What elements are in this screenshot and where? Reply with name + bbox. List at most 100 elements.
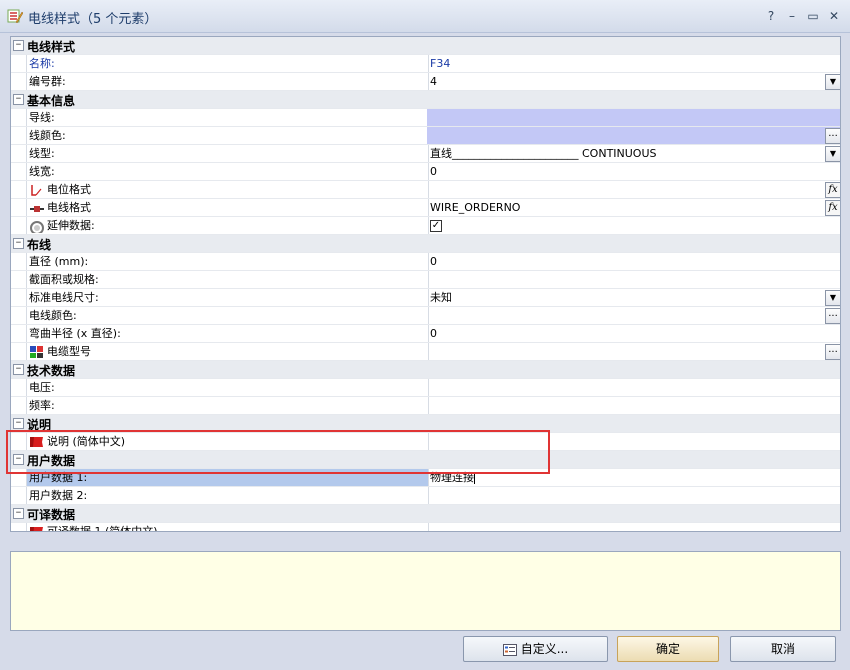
property-row[interactable]: 可译数据 1 (简体中文) [11, 523, 840, 531]
collapse-toggle-icon[interactable]: − [13, 40, 24, 51]
category-label: 用户数据 [27, 454, 76, 468]
property-row[interactable]: 导线: [11, 109, 840, 127]
property-row[interactable]: 编号群: 4 ▼ [11, 73, 840, 91]
category-row[interactable]: − 技术数据 [11, 361, 840, 379]
property-name-cell[interactable]: 弯曲半径 (x 直径): [26, 325, 429, 342]
maximize-button[interactable]: ▭ [803, 7, 823, 25]
collapse-toggle-icon[interactable]: − [13, 94, 24, 105]
category-row[interactable]: − 说明 [11, 415, 840, 433]
property-value: F34 [430, 57, 451, 70]
property-name-cell[interactable]: 电线颜色: [26, 307, 429, 324]
collapse-toggle-icon[interactable]: − [13, 454, 24, 465]
property-value-cell[interactable] [427, 433, 840, 450]
property-value-cell[interactable]: 未知 ▼ [427, 289, 840, 306]
property-name: 电线颜色: [29, 309, 77, 322]
property-name-cell[interactable]: 导线: [26, 109, 429, 126]
property-row[interactable]: 电线格式 WIRE_ORDERNO fx [11, 199, 840, 217]
ellipsis-button[interactable]: ... [825, 128, 840, 144]
property-value-cell[interactable] [427, 271, 840, 288]
property-name-cell[interactable]: 截面积或规格: [26, 271, 429, 288]
property-value-cell[interactable]: F34 [427, 55, 840, 72]
category-label: 布线 [27, 238, 52, 252]
property-row[interactable]: 线型: 直线_______________________ CONTINUOUS ▼ [11, 145, 840, 163]
property-name-cell[interactable]: 直径 (mm): [26, 253, 429, 270]
property-value-cell[interactable]: 4 ▼ [427, 73, 840, 90]
collapse-toggle-icon[interactable]: − [13, 508, 24, 519]
formula-fx-button[interactable]: fx [825, 200, 840, 216]
category-row[interactable]: − 布线 [11, 235, 840, 253]
help-button[interactable]: ? [761, 7, 781, 25]
property-row[interactable]: 名称: F34 [11, 55, 840, 73]
property-name-cell[interactable]: 电缆型号 [26, 343, 429, 360]
property-name: 弯曲半径 (x 直径): [29, 327, 121, 340]
property-name-cell[interactable]: 电位格式 [26, 181, 429, 198]
property-name-cell[interactable]: 线宽: [26, 163, 429, 180]
property-value-cell[interactable]: ... [427, 343, 840, 360]
property-row[interactable]: 截面积或规格: [11, 271, 840, 289]
dropdown-arrow-icon[interactable]: ▼ [825, 290, 840, 306]
property-value-cell[interactable]: fx [427, 181, 840, 198]
dropdown-arrow-icon[interactable]: ▼ [825, 74, 840, 90]
property-value-cell[interactable] [427, 397, 840, 414]
property-name-cell[interactable]: 编号群: [26, 73, 429, 90]
category-row[interactable]: − 用户数据 [11, 451, 840, 469]
property-value-cell[interactable] [427, 379, 840, 396]
property-value-cell[interactable] [427, 109, 840, 126]
property-row[interactable]: 弯曲半径 (x 直径): 0 [11, 325, 840, 343]
property-name-cell[interactable]: 用户数据 2: [26, 487, 429, 504]
property-name-cell[interactable]: 名称: [26, 55, 429, 72]
property-name-cell[interactable]: 说明 (简体中文) [26, 433, 429, 450]
property-row[interactable]: 延伸数据: ✓ [11, 217, 840, 235]
property-value-cell[interactable]: 0 [427, 253, 840, 270]
property-name: 用户数据 2: [29, 489, 88, 502]
collapse-toggle-icon[interactable]: − [13, 238, 24, 249]
customize-button[interactable]: 自定义... [463, 636, 608, 662]
extended-data-checkbox[interactable]: ✓ [430, 220, 442, 232]
property-name-cell[interactable]: 线颜色: [26, 127, 429, 144]
property-row[interactable]: 用户数据 1: 物理连接 [11, 469, 840, 487]
dropdown-arrow-icon[interactable]: ▼ [825, 146, 840, 162]
property-row[interactable]: 频率: [11, 397, 840, 415]
category-row[interactable]: − 基本信息 [11, 91, 840, 109]
ellipsis-button[interactable]: ... [825, 308, 840, 324]
minimize-button[interactable]: – [782, 7, 802, 25]
property-value-cell[interactable]: ✓ [427, 217, 840, 234]
property-name-cell[interactable]: 延伸数据: [26, 217, 429, 234]
property-row[interactable]: 电线颜色:... [11, 307, 840, 325]
cancel-button[interactable]: 取消 [730, 636, 836, 662]
property-row[interactable]: 用户数据 2: [11, 487, 840, 505]
property-value-cell[interactable]: 物理连接 [427, 469, 840, 486]
property-row[interactable]: 线颜色:... [11, 127, 840, 145]
property-row[interactable]: 电位格式 fx [11, 181, 840, 199]
property-row[interactable]: 直径 (mm): 0 [11, 253, 840, 271]
property-name-cell[interactable]: 频率: [26, 397, 429, 414]
formula-fx-button[interactable]: fx [825, 182, 840, 198]
property-name-cell[interactable]: 用户数据 1: [26, 469, 429, 486]
property-row[interactable]: 说明 (简体中文) [11, 433, 840, 451]
collapse-toggle-icon[interactable]: − [13, 418, 24, 429]
property-row[interactable]: 电缆型号... [11, 343, 840, 361]
category-label: 基本信息 [27, 94, 76, 108]
ok-button[interactable]: 确定 [617, 636, 719, 662]
property-value-cell[interactable]: ... [427, 127, 840, 144]
property-name-cell[interactable]: 电线格式 [26, 199, 429, 216]
category-row[interactable]: − 电线样式 [11, 37, 840, 55]
property-name-cell[interactable]: 可译数据 1 (简体中文) [26, 523, 429, 531]
property-value-cell[interactable]: ... [427, 307, 840, 324]
property-name-cell[interactable]: 电压: [26, 379, 429, 396]
property-value-cell[interactable]: 0 [427, 163, 840, 180]
property-name-cell[interactable]: 标准电线尺寸: [26, 289, 429, 306]
property-value-cell[interactable] [427, 523, 840, 531]
property-row[interactable]: 线宽: 0 [11, 163, 840, 181]
property-value-cell[interactable]: WIRE_ORDERNO fx [427, 199, 840, 216]
property-value-cell[interactable]: 直线_______________________ CONTINUOUS ▼ [427, 145, 840, 162]
collapse-toggle-icon[interactable]: − [13, 364, 24, 375]
property-row[interactable]: 标准电线尺寸: 未知 ▼ [11, 289, 840, 307]
property-row[interactable]: 电压: [11, 379, 840, 397]
close-button[interactable]: ✕ [824, 7, 844, 25]
property-name-cell[interactable]: 线型: [26, 145, 429, 162]
ellipsis-button[interactable]: ... [825, 344, 840, 360]
property-value-cell[interactable]: 0 [427, 325, 840, 342]
property-value-cell[interactable] [427, 487, 840, 504]
category-row[interactable]: − 可译数据 [11, 505, 840, 523]
